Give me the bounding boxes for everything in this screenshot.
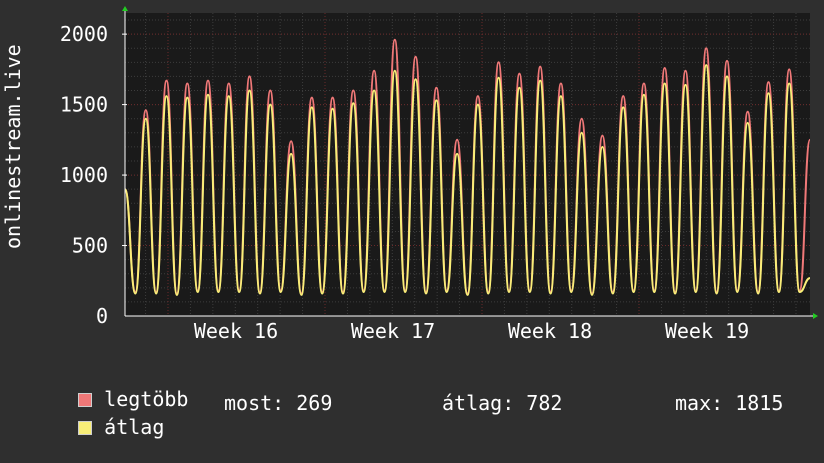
stat-average: átlag: 782	[442, 391, 563, 415]
x-tick-label: Week 19	[665, 319, 749, 343]
x-axis-arrow	[813, 313, 818, 319]
x-tick-label: Week 18	[508, 319, 592, 343]
stat-current: most: 269	[224, 391, 333, 415]
y-tick-label: 500	[72, 234, 108, 258]
x-tick-label: Week 16	[194, 319, 278, 343]
chart: 0 500 1000 1500 2000 Week 16 Week 17 Week 18 Wee…	[0, 0, 824, 439]
y-axis-arrow	[122, 6, 128, 11]
y-tick-label: 1500	[60, 93, 108, 117]
legend-item-max: legtöbb	[30, 363, 188, 411]
y-tick-label: 1000	[60, 163, 108, 187]
legend-label-avg: átlag	[104, 415, 165, 439]
y-tick-label: 0	[96, 304, 108, 328]
stat-max: max: 1815	[675, 391, 784, 415]
y-axis-label: onlinestream.live	[1, 44, 25, 249]
legend-item-avg: átlag	[30, 391, 164, 439]
y-tick-label: 2000	[60, 22, 108, 46]
legend-swatch-avg	[78, 421, 93, 435]
x-tick-label: Week 17	[351, 319, 435, 343]
